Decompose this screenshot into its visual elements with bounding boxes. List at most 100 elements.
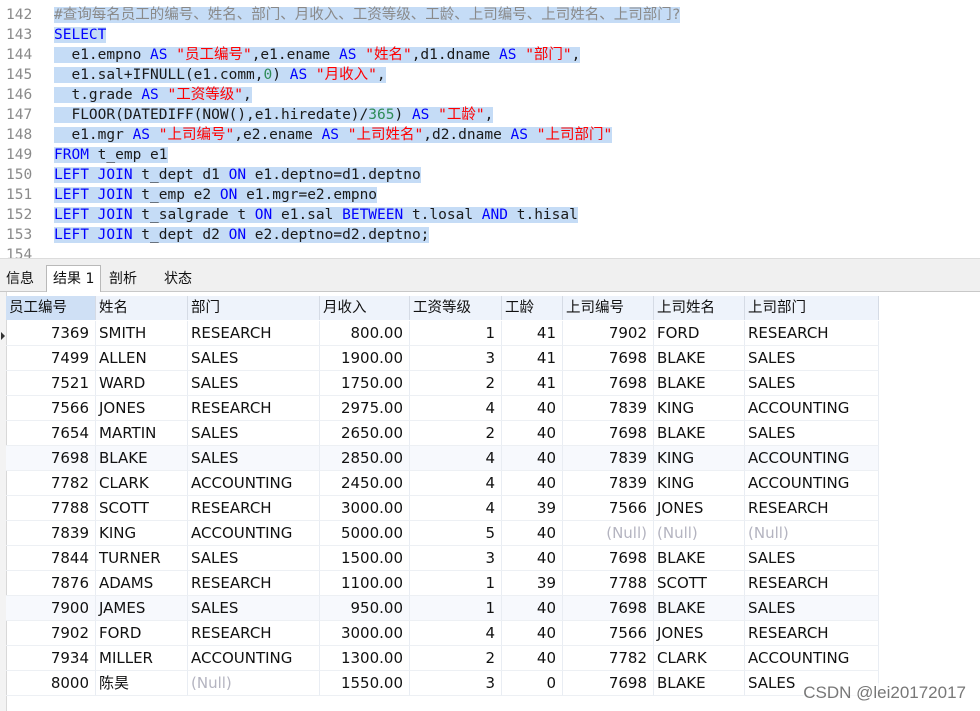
table-cell[interactable]: 1900.00	[320, 346, 410, 371]
table-cell[interactable]: BLAKE	[654, 371, 745, 396]
table-cell[interactable]: RESEARCH	[188, 571, 320, 596]
table-cell[interactable]: 7839	[6, 521, 96, 546]
table-cell[interactable]: MILLER	[96, 646, 188, 671]
table-row[interactable]: 7499 ALLEN SALES 1900.00 3 41 7698 BLAKE SALES	[6, 346, 879, 371]
table-cell[interactable]: RESEARCH	[188, 621, 320, 646]
table-cell[interactable]: 3000.00	[320, 496, 410, 521]
table-cell[interactable]: 4	[410, 471, 502, 496]
table-row[interactable]: 7934 MILLER ACCOUNTING 1300.00 2 40 7782 CLARK A…	[6, 646, 879, 671]
table-cell[interactable]: 4	[410, 496, 502, 521]
table-cell[interactable]: 7698	[563, 671, 654, 696]
table-cell[interactable]: ACCOUNTING	[745, 446, 879, 471]
table-cell[interactable]: 7698	[563, 371, 654, 396]
table-cell[interactable]: 7369	[6, 321, 96, 346]
table-cell[interactable]: 1100.00	[320, 571, 410, 596]
code-line[interactable]: 147 FLOOR(DATEDIFF(NOW(),e1.hiredate)/36…	[0, 105, 980, 125]
table-cell[interactable]: 7844	[6, 546, 96, 571]
table-cell[interactable]: 40	[502, 446, 563, 471]
table-cell[interactable]: BLAKE	[654, 421, 745, 446]
table-cell[interactable]: SALES	[188, 446, 320, 471]
table-cell[interactable]: SALES	[745, 421, 879, 446]
column-header[interactable]: 上司编号	[563, 296, 654, 320]
table-cell[interactable]: 3	[410, 346, 502, 371]
table-cell[interactable]: 41	[502, 346, 563, 371]
table-cell[interactable]: 2	[410, 371, 502, 396]
table-cell[interactable]: ACCOUNTING	[745, 396, 879, 421]
table-cell[interactable]: 2975.00	[320, 396, 410, 421]
table-cell[interactable]: 40	[502, 471, 563, 496]
table-cell[interactable]: JONES	[654, 621, 745, 646]
table-cell[interactable]: SALES	[188, 546, 320, 571]
table-row[interactable]: 7876 ADAMS RESEARCH 1100.00 1 39 7788 SCOTT RESE…	[6, 571, 879, 596]
table-cell[interactable]: 5	[410, 521, 502, 546]
table-cell[interactable]: 7698	[563, 596, 654, 621]
column-header[interactable]: 月收入	[320, 296, 410, 320]
table-cell[interactable]: SCOTT	[654, 571, 745, 596]
table-cell[interactable]: KING	[654, 471, 745, 496]
table-row[interactable]: 7782 CLARK ACCOUNTING 2450.00 4 40 7839 KING ACC…	[6, 471, 879, 496]
tab-profile[interactable]: 剖析	[103, 267, 143, 291]
table-cell[interactable]: SALES	[188, 346, 320, 371]
table-cell[interactable]: KING	[654, 446, 745, 471]
table-cell[interactable]: KING	[654, 396, 745, 421]
table-cell[interactable]: (Null)	[654, 521, 745, 546]
column-header[interactable]: 员工编号	[6, 296, 96, 320]
table-row[interactable]: 7521 WARD SALES 1750.00 2 41 7698 BLAKE SALES	[6, 371, 879, 396]
table-row[interactable]: 7844 TURNER SALES 1500.00 3 40 7698 BLAKE SALES	[6, 546, 879, 571]
column-header[interactable]: 上司姓名	[654, 296, 745, 320]
table-cell[interactable]: 950.00	[320, 596, 410, 621]
table-cell[interactable]: SALES	[745, 346, 879, 371]
table-cell[interactable]: MARTIN	[96, 421, 188, 446]
table-cell[interactable]: ACCOUNTING	[745, 646, 879, 671]
table-cell[interactable]: 7902	[6, 621, 96, 646]
table-cell[interactable]: 7566	[563, 621, 654, 646]
table-cell[interactable]: 7782	[563, 646, 654, 671]
table-cell[interactable]: RESEARCH	[745, 321, 879, 346]
table-cell[interactable]: RESEARCH	[188, 321, 320, 346]
column-header[interactable]: 工资等级	[410, 296, 502, 320]
code-line[interactable]: 146 t.grade AS "工资等级",	[0, 85, 980, 105]
table-cell[interactable]: FORD	[96, 621, 188, 646]
column-header[interactable]: 工龄	[502, 296, 563, 320]
table-cell[interactable]: CLARK	[96, 471, 188, 496]
table-cell[interactable]: 7900	[6, 596, 96, 621]
table-cell[interactable]: JONES	[654, 496, 745, 521]
table-cell[interactable]: BLAKE	[654, 596, 745, 621]
tab-info[interactable]: 信息	[0, 267, 40, 291]
code-line[interactable]: 148 e1.mgr AS "上司编号",e2.ename AS "上司姓名",…	[0, 125, 980, 145]
table-cell[interactable]: SALES	[188, 596, 320, 621]
table-cell[interactable]: 40	[502, 596, 563, 621]
table-cell[interactable]: 5000.00	[320, 521, 410, 546]
table-cell[interactable]: SALES	[745, 596, 879, 621]
table-cell[interactable]: 3	[410, 546, 502, 571]
result-grid[interactable]: 员工编号 姓名 部门 月收入 工资等级 工龄 上司编号 上司姓名 上司部门 7369 SMITH RE…	[0, 292, 980, 711]
table-cell[interactable]: 4	[410, 396, 502, 421]
table-row[interactable]: 8000 陈昊 (Null) 1550.00 3 0 7698 BLAKE SALES	[6, 671, 879, 696]
table-cell[interactable]: 7782	[6, 471, 96, 496]
table-cell[interactable]: 7839	[563, 396, 654, 421]
table-cell[interactable]: 1300.00	[320, 646, 410, 671]
table-cell[interactable]: 40	[502, 521, 563, 546]
table-row[interactable]: 7369 SMITH RESEARCH 800.00 1 41 7902 FORD RESEAR…	[6, 321, 879, 346]
table-cell[interactable]: ACCOUNTING	[188, 646, 320, 671]
table-row[interactable]: 7902 FORD RESEARCH 3000.00 4 40 7566 JONES RESEA…	[6, 621, 879, 646]
table-cell[interactable]: WARD	[96, 371, 188, 396]
column-header[interactable]: 姓名	[96, 296, 188, 320]
sql-editor[interactable]: 142 #查询每名员工的编号、姓名、部门、月收入、工资等级、工龄、上司编号、上司姓…	[0, 0, 980, 258]
table-cell[interactable]: RESEARCH	[188, 396, 320, 421]
table-cell[interactable]: 41	[502, 371, 563, 396]
table-cell[interactable]: 7788	[563, 571, 654, 596]
table-cell[interactable]: ACCOUNTING	[188, 471, 320, 496]
table-cell[interactable]: 40	[502, 421, 563, 446]
table-cell[interactable]: ADAMS	[96, 571, 188, 596]
table-cell[interactable]: 7566	[6, 396, 96, 421]
table-cell[interactable]: 1	[410, 571, 502, 596]
table-cell[interactable]: (Null)	[745, 521, 879, 546]
table-cell[interactable]: 7566	[563, 496, 654, 521]
table-cell[interactable]: CLARK	[654, 646, 745, 671]
table-cell[interactable]: 7698	[563, 421, 654, 446]
table-cell[interactable]: 40	[502, 546, 563, 571]
column-header[interactable]: 上司部门	[745, 296, 879, 320]
table-row[interactable]: 7566 JONES RESEARCH 2975.00 4 40 7839 KING ACCOU…	[6, 396, 879, 421]
table-cell[interactable]: 1550.00	[320, 671, 410, 696]
